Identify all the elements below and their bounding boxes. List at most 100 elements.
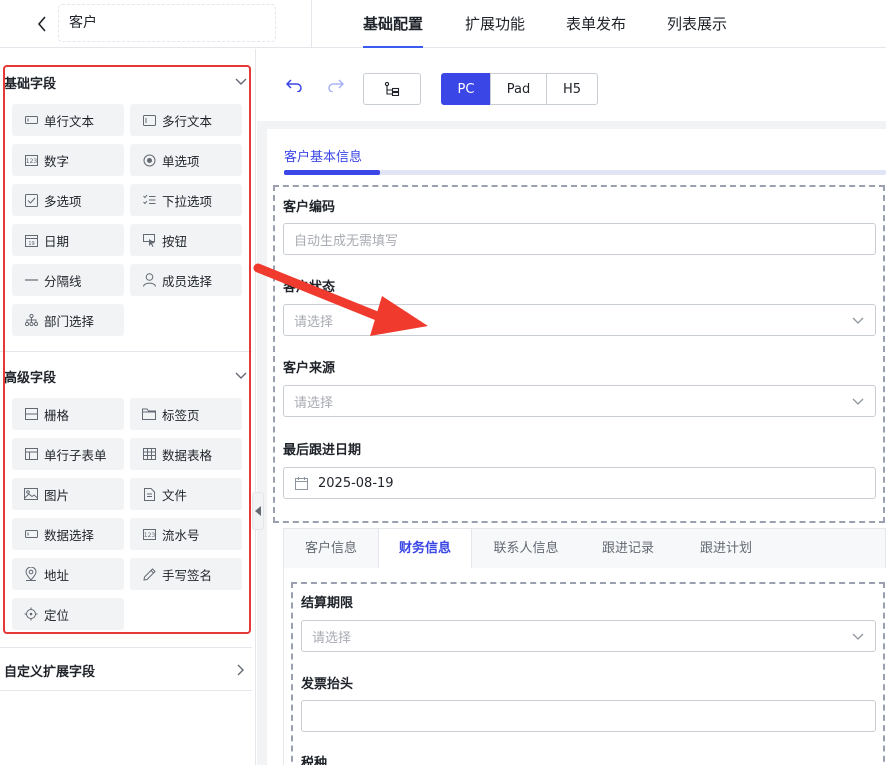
outline-tree-button[interactable] [363, 73, 421, 105]
file-icon [142, 487, 156, 501]
svg-text:19: 19 [28, 241, 34, 247]
device-h5[interactable]: H5 [546, 73, 598, 105]
palette-field-item[interactable]: 单选项 [130, 144, 242, 176]
invoice-title-input[interactable] [301, 700, 876, 732]
chevron-right-icon [234, 663, 248, 677]
palette-field-item[interactable]: 单行子表单 [12, 438, 124, 470]
palette-field-item[interactable]: 多行文本 [130, 104, 242, 136]
collapse-panel-handle[interactable] [252, 492, 264, 530]
tab-list-display[interactable]: 列表展示 [667, 0, 727, 48]
grid-icon [24, 407, 38, 421]
palette-field-label: 部门选择 [44, 313, 95, 329]
subform-drop-zone[interactable] [291, 582, 885, 765]
sub-tab-contact-info[interactable]: 联系人信息 [472, 529, 580, 569]
palette-field-label: 按钮 [162, 233, 188, 249]
redo-icon [328, 79, 345, 92]
sub-tab-follow-plan[interactable]: 跟进计划 [676, 529, 776, 569]
palette-field-item[interactable]: 成员选择 [130, 264, 242, 296]
palette-field-item[interactable]: 标签页 [130, 398, 242, 430]
palette-field-label: 单选项 [162, 153, 200, 169]
customer-source-select[interactable]: 请选择 [283, 385, 876, 417]
locate-icon [24, 607, 38, 621]
field-label-customer-source: 客户来源 [283, 361, 336, 376]
sub-tab-customer-info[interactable]: 客户信息 [284, 529, 378, 569]
multi-line-text-icon [142, 113, 156, 127]
chevron-left-icon [37, 16, 46, 32]
divider [0, 690, 252, 691]
placeholder-text: 自动生成无需填写 [294, 233, 399, 249]
sub-tab-follow-records[interactable]: 跟进记录 [580, 529, 676, 569]
org-tree-icon [24, 313, 38, 327]
palette-field-item[interactable]: 19 日期 [12, 224, 124, 256]
palette-field-item[interactable]: 分隔线 [12, 264, 124, 296]
palette-field-label: 定位 [44, 607, 70, 623]
group-basic-fields[interactable]: 基础字段 [0, 68, 252, 96]
customer-status-select[interactable]: 请选择 [283, 304, 876, 336]
device-pad[interactable]: Pad [490, 73, 547, 105]
back-button[interactable] [30, 12, 54, 36]
palette-field-label: 多行文本 [162, 113, 213, 129]
chevron-down-icon [234, 75, 248, 89]
palette-field-item[interactable]: 123 数字 [12, 144, 124, 176]
palette-field-item[interactable]: 123 流水号 [130, 518, 242, 550]
svg-text:123: 123 [143, 532, 155, 539]
tab-basic-config[interactable]: 基础配置 [363, 0, 424, 48]
palette-field-item[interactable]: 部门选择 [12, 304, 124, 336]
group-custom-fields[interactable]: 自定义扩展字段 [0, 656, 252, 684]
section-tab-indicator [284, 170, 380, 175]
palette-field-item[interactable]: 单行文本 [12, 104, 124, 136]
palette-field-label: 数字 [44, 153, 70, 169]
palette-field-item[interactable]: 数据选择 [12, 518, 124, 550]
tree-structure-icon [384, 82, 400, 96]
placeholder-text: 请选择 [294, 314, 334, 330]
checkbox-icon [24, 193, 38, 207]
palette-field-item[interactable]: 数据表格 [130, 438, 242, 470]
tab-form-publish[interactable]: 表单发布 [566, 0, 626, 48]
field-label-last-follow-date: 最后跟进日期 [283, 443, 362, 458]
palette-field-label: 栅格 [44, 407, 70, 423]
palette-field-label: 标签页 [162, 407, 200, 423]
image-icon [24, 487, 38, 501]
tab-extensions[interactable]: 扩展功能 [465, 0, 525, 48]
subform-icon [24, 447, 38, 461]
form-title-input[interactable]: 客户 [58, 4, 276, 42]
group-advanced-fields[interactable]: 高级字段 [0, 362, 252, 390]
palette-field-item[interactable]: 手写签名 [130, 558, 242, 590]
undo-icon [285, 79, 302, 92]
chevron-down-icon [851, 395, 865, 409]
palette-field-item[interactable]: 定位 [12, 598, 124, 630]
number-icon: 123 [24, 153, 38, 167]
caret-left-icon [255, 506, 261, 516]
field-label-customer-status: 客户状态 [283, 280, 336, 295]
palette-field-label: 文件 [162, 487, 188, 503]
folder-tab-icon [142, 407, 156, 421]
redo-button[interactable] [325, 74, 347, 96]
device-pc[interactable]: PC [441, 73, 491, 105]
chevron-down-icon [851, 314, 865, 328]
settlement-term-select[interactable]: 请选择 [301, 620, 876, 652]
field-label-invoice-title: 发票抬头 [301, 677, 354, 692]
palette-field-label: 流水号 [162, 527, 200, 543]
palette-field-label: 数据选择 [44, 527, 95, 543]
palette-field-item[interactable]: 多选项 [12, 184, 124, 216]
data-select-icon [24, 527, 38, 541]
sub-tab-finance-info[interactable]: 财务信息 [378, 529, 472, 569]
section-tab-basic-info[interactable]: 客户基本信息 [284, 146, 362, 170]
palette-field-label: 数据表格 [162, 447, 213, 463]
group-title: 基础字段 [4, 76, 57, 92]
field-palette: 基础字段 单行文本 多行文本 123 数字 单选项多选项 下拉选项 19 日期 按钮分隔线 成员选… [0, 49, 256, 765]
palette-field-item[interactable]: 栅格 [12, 398, 124, 430]
date-value: 2025-08-19 [318, 475, 394, 491]
palette-field-item[interactable]: 地址 [12, 558, 124, 590]
divider-line-icon [24, 273, 38, 287]
palette-field-label: 日期 [44, 233, 70, 249]
palette-field-label: 单行文本 [44, 113, 95, 129]
serial-number-icon: 123 [142, 527, 156, 541]
palette-field-item[interactable]: 下拉选项 [130, 184, 242, 216]
customer-code-input[interactable]: 自动生成无需填写 [283, 223, 876, 255]
undo-button[interactable] [283, 74, 305, 96]
palette-field-item[interactable]: 文件 [130, 478, 242, 510]
last-follow-date-picker[interactable]: 2025-08-19 [283, 467, 876, 499]
palette-field-item[interactable]: 图片 [12, 478, 124, 510]
palette-field-item[interactable]: 按钮 [130, 224, 242, 256]
